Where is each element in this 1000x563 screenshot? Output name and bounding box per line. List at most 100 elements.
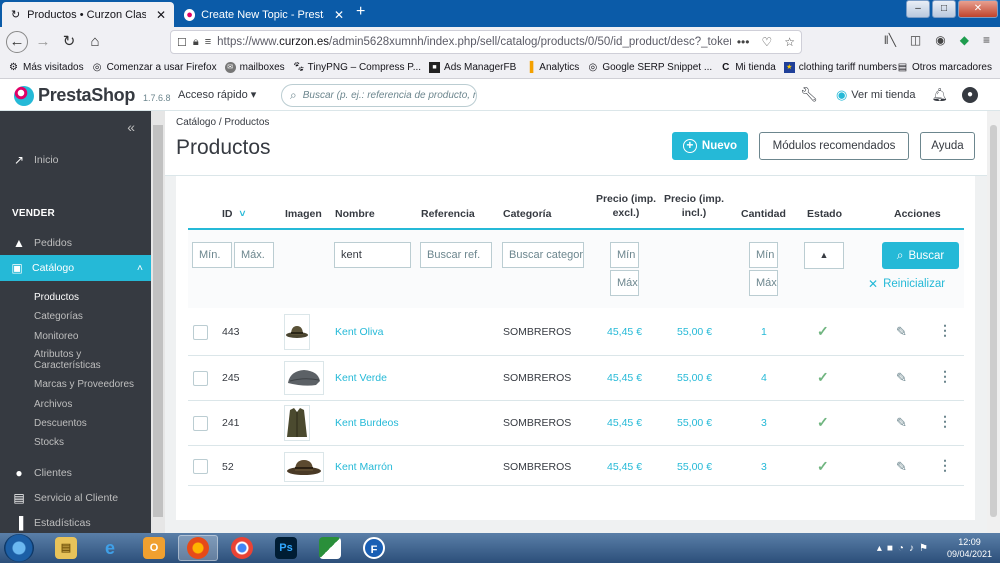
bookmark-item[interactable]: ✉ mailboxes	[224, 62, 285, 73]
taskbar-app[interactable]	[310, 535, 350, 561]
sidebar-subitem-monitoreo[interactable]: Monitoreo	[34, 331, 78, 342]
filter-id-min[interactable]: Mín.	[192, 242, 232, 268]
product-price-excl[interactable]: 45,45 €	[607, 326, 642, 338]
filter-category-input[interactable]: Buscar categoría	[502, 242, 584, 268]
reload-icon[interactable]: ↻	[58, 31, 80, 53]
filter-qty-min[interactable]: Mín	[749, 242, 778, 268]
filter-reference-input[interactable]: Buscar ref.	[420, 242, 492, 268]
permissions-icon[interactable]: ☐	[177, 36, 187, 49]
filter-qty-max[interactable]: Máx	[749, 270, 778, 296]
product-quantity[interactable]: 3	[761, 417, 767, 429]
quick-access-menu[interactable]: Acceso rápido ▾	[178, 88, 256, 101]
account-icon[interactable]: ◉	[935, 33, 945, 47]
product-name-link[interactable]: Kent Marrón	[335, 461, 393, 473]
new-product-button[interactable]: + Nuevo	[672, 132, 748, 160]
sidebar-item-pedidos[interactable]: ▲ Pedidos	[0, 236, 151, 250]
bookmark-item[interactable]: ★ clothing tariff numbers	[783, 62, 897, 73]
taskbar-ie[interactable]: e	[90, 535, 130, 561]
new-tab-icon[interactable]: +	[356, 3, 365, 21]
product-price-incl[interactable]: 55,00 €	[677, 417, 712, 429]
bookmark-item[interactable]: ▐ Analytics	[524, 62, 579, 73]
bell-icon[interactable]: 🔔︎	[931, 87, 948, 103]
status-enabled-icon[interactable]: ✓	[817, 323, 829, 340]
scrollbar-thumb[interactable]	[153, 125, 163, 517]
filter-price-min[interactable]: Mín	[610, 242, 639, 268]
home-icon[interactable]: ⌂	[84, 31, 106, 53]
close-tab-icon[interactable]: ✕	[156, 8, 166, 22]
tab-productos[interactable]: ↻ Productos • Curzon Classics SL ✕	[2, 2, 174, 27]
product-price-excl[interactable]: 45,45 €	[607, 417, 642, 429]
product-name-link[interactable]: Kent Oliva	[335, 326, 383, 338]
product-quantity[interactable]: 1	[761, 326, 767, 338]
product-name-link[interactable]: Kent Verde	[335, 372, 387, 384]
sort-desc-icon[interactable]: ˅	[239, 208, 245, 220]
sidebar-item-servicio[interactable]: ▤ Servicio al Cliente	[0, 491, 151, 505]
bookmark-item[interactable]: ◎ Google SERP Snippet ...	[587, 62, 712, 73]
collapse-sidebar-icon[interactable]: «	[127, 119, 135, 135]
product-thumbnail[interactable]	[284, 452, 324, 482]
close-tab-icon[interactable]: ✕	[334, 8, 344, 22]
edit-pencil-icon[interactable]: ✎	[896, 459, 907, 475]
menu-icon[interactable]: ≡	[983, 33, 990, 47]
edit-pencil-icon[interactable]: ✎	[896, 324, 907, 340]
product-thumbnail[interactable]	[284, 361, 324, 395]
shield-icon[interactable]: ◆	[960, 33, 969, 47]
forward-icon[interactable]: →	[32, 31, 54, 53]
maximize-icon[interactable]: □	[932, 0, 956, 18]
breadcrumb-catalogo[interactable]: Catálogo	[176, 117, 216, 128]
sidebar-subitem-descuentos[interactable]: Descuentos	[34, 418, 87, 429]
tab-create-topic[interactable]: ● Create New Topic - PrestaShop ✕	[176, 2, 352, 27]
sidebar-item-estadisticas[interactable]: ▐ Estadísticas	[0, 516, 151, 530]
windows-start-icon[interactable]	[4, 534, 34, 562]
bookmark-item[interactable]: C Mi tienda	[720, 62, 776, 73]
minimize-icon[interactable]: –	[906, 0, 930, 18]
column-header-price-incl[interactable]: Precio (imp. incl.)	[656, 192, 732, 220]
product-price-incl[interactable]: 55,00 €	[677, 372, 712, 384]
taskbar-firefox[interactable]	[178, 535, 218, 561]
pocket-icon[interactable]: ♡	[761, 35, 772, 49]
close-window-icon[interactable]: ✕	[958, 0, 998, 18]
bookmark-item[interactable]: ◎ Comenzar a usar Firefox	[92, 62, 217, 73]
employee-avatar-icon[interactable]: ●	[962, 86, 978, 103]
column-header-reference[interactable]: Referencia	[421, 207, 475, 221]
taskbar-filezilla[interactable]: F	[354, 535, 394, 561]
main-scrollbar[interactable]	[987, 111, 1000, 533]
bookmark-star-icon[interactable]: ☆	[784, 35, 795, 49]
column-header-quantity[interactable]: Cantidad	[741, 207, 786, 221]
product-quantity[interactable]: 4	[761, 372, 767, 384]
product-quantity[interactable]: 3	[761, 461, 767, 473]
sidebar-subitem-archivos[interactable]: Archivos	[34, 399, 72, 410]
sidebar-icon[interactable]: ◫	[910, 33, 921, 47]
tray-icons[interactable]: ▴■◔♪⚑	[877, 543, 933, 554]
more-actions-icon[interactable]: ⋮	[938, 457, 952, 474]
sidebar-subitem-productos[interactable]: Productos	[34, 292, 79, 303]
bookmark-item[interactable]: ⚙ Más visitados	[8, 62, 84, 73]
filter-id-max[interactable]: Máx.	[234, 242, 274, 268]
more-actions-icon[interactable]: ⋮	[938, 322, 952, 339]
prestashop-logo[interactable]: PrestaShop 1.7.6.8	[14, 85, 171, 106]
bookmark-item[interactable]: ■ Ads ManagerFB	[429, 62, 516, 73]
back-icon[interactable]: ←	[6, 31, 28, 53]
sidebar-scrollbar[interactable]	[151, 111, 165, 533]
more-actions-icon[interactable]: ⋮	[938, 413, 952, 430]
clock[interactable]: 12:09 09/04/2021	[947, 536, 992, 560]
column-header-id[interactable]: ID ˅	[222, 207, 246, 221]
filter-price-max[interactable]: Máx	[610, 270, 639, 296]
bookmark-item[interactable]: 🐾︎ TinyPNG – Compress P...	[293, 62, 421, 73]
status-enabled-icon[interactable]: ✓	[817, 414, 829, 431]
edit-pencil-icon[interactable]: ✎	[896, 415, 907, 431]
scrollbar-thumb[interactable]	[990, 125, 997, 517]
taskbar-chrome[interactable]	[222, 535, 262, 561]
other-bookmarks[interactable]: ▤ Otros marcadores	[897, 62, 992, 73]
lock-icon[interactable]: 🔒︎	[193, 36, 199, 49]
row-checkbox[interactable]	[193, 325, 208, 340]
library-icon[interactable]: ‖╲	[884, 33, 896, 47]
status-enabled-icon[interactable]: ✓	[817, 458, 829, 475]
column-header-name[interactable]: Nombre	[335, 207, 375, 221]
tracking-icon[interactable]: ≡	[205, 36, 211, 48]
sidebar-item-clientes[interactable]: ● Clientes	[0, 466, 151, 480]
product-price-incl[interactable]: 55,00 €	[677, 326, 712, 338]
header-search-input[interactable]: ⌕ Buscar (p. ej.: referencia de producto…	[281, 84, 477, 107]
edit-pencil-icon[interactable]: ✎	[896, 370, 907, 386]
product-price-excl[interactable]: 45,45 €	[607, 372, 642, 384]
